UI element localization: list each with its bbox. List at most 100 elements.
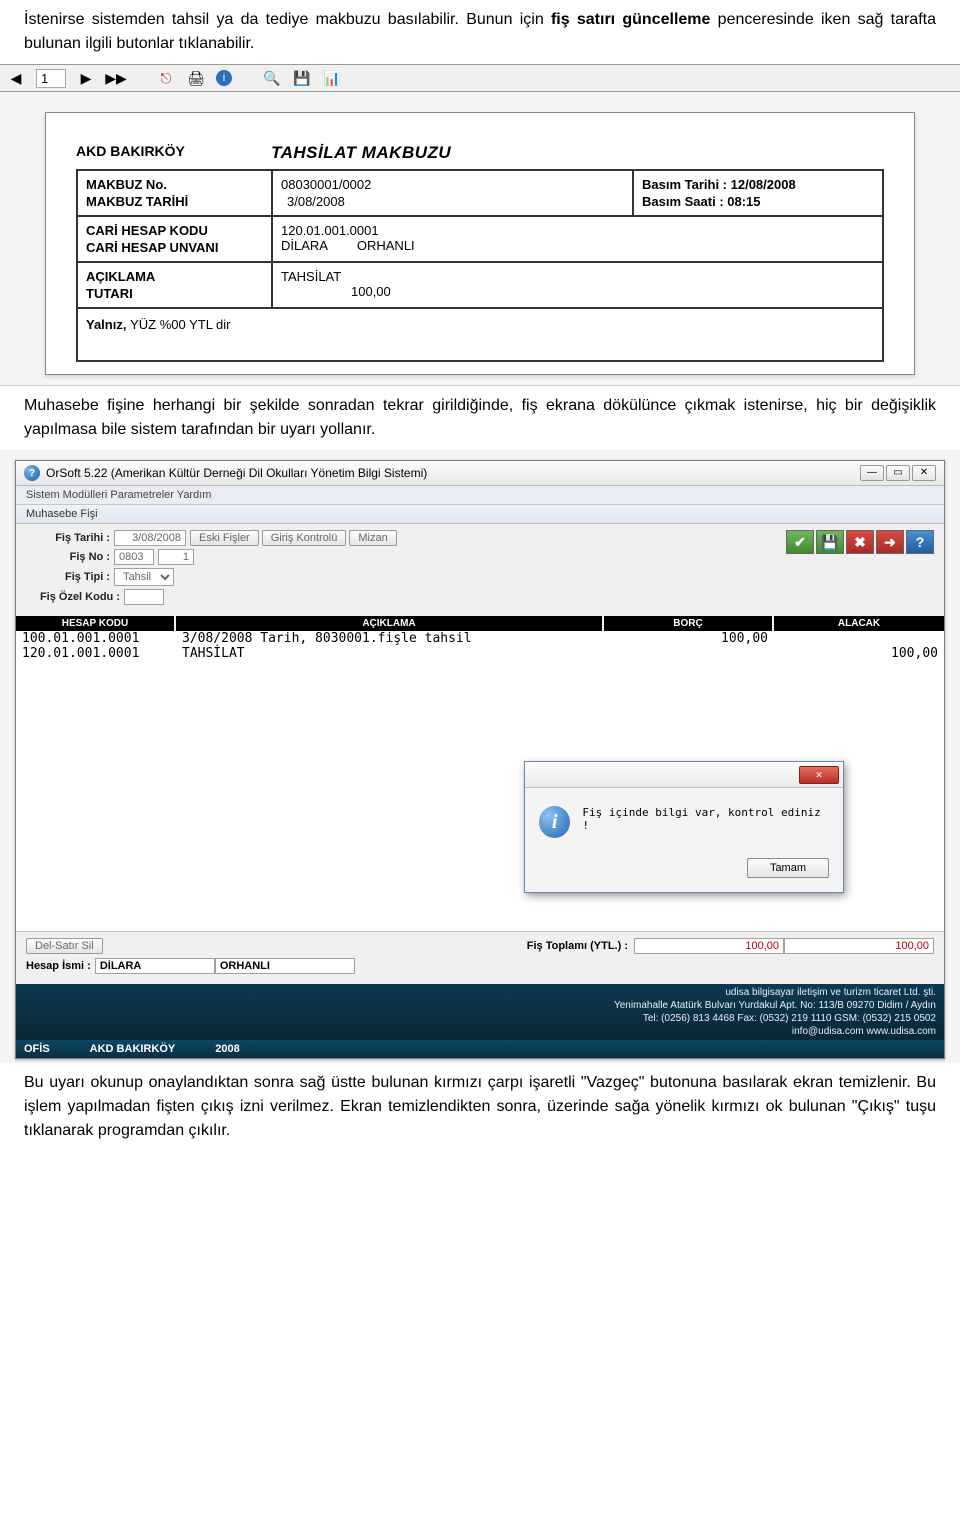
col-hesap-kodu: HESAP KODU bbox=[16, 616, 176, 631]
dialog-ok-button[interactable]: Tamam bbox=[747, 858, 829, 878]
status-branch: AKD BAKIRKÖY bbox=[90, 1043, 176, 1055]
fis-no-a-input[interactable] bbox=[114, 549, 154, 565]
dialog-close-button[interactable]: ✕ bbox=[799, 766, 839, 784]
hesap-ismi-b bbox=[215, 958, 355, 974]
fis-tipi-select[interactable]: Tahsil bbox=[114, 568, 174, 586]
aciklama-values: TAHSİLAT 100,00 bbox=[273, 263, 882, 307]
preview-toolbar: ◀ ▶ ▶▶ ⎋ 🖨 i 🔍 💾 📊 bbox=[0, 64, 960, 92]
grid-header: HESAP KODU AÇIKLAMA BORÇ ALACAK bbox=[16, 616, 944, 631]
form-area: ✔ 💾 ✖ ➜ ? Fiş Tarihi : Eski Fişler Giriş… bbox=[16, 524, 944, 616]
app-titlebar: ? OrSoft 5.22 (Amerikan Kültür Derneği D… bbox=[16, 461, 944, 486]
receipt-title: TAHSİLAT MAKBUZU bbox=[271, 143, 451, 163]
makbuz-no-label: MAKBUZ No. bbox=[86, 177, 263, 192]
grid-body: 100.01.001.0001 3/08/2008 Tarih, 8030001… bbox=[16, 631, 944, 931]
cancel-button[interactable]: ✖ bbox=[846, 530, 874, 554]
info-icon: i bbox=[539, 806, 570, 838]
save-icon[interactable]: 💾 bbox=[292, 68, 312, 88]
help-button[interactable]: ? bbox=[906, 530, 934, 554]
fis-no-b-input[interactable] bbox=[158, 549, 194, 565]
outro-paragraph: Bu uyarı okunup onaylandıktan sonra sağ … bbox=[0, 1063, 960, 1151]
dialog-message: Fiş içinde bilgi var, kontrol ediniz ! bbox=[582, 806, 829, 832]
fis-toplam-alacak bbox=[784, 938, 934, 954]
tutar: 100,00 bbox=[281, 284, 874, 299]
aciklama-label: AÇIKLAMA bbox=[86, 269, 263, 284]
minimize-icon[interactable]: — bbox=[860, 465, 884, 481]
app-wrap: ? OrSoft 5.22 (Amerikan Kültür Derneği D… bbox=[0, 450, 960, 1063]
save-button[interactable]: 💾 bbox=[816, 530, 844, 554]
app-window: ? OrSoft 5.22 (Amerikan Kültür Derneği D… bbox=[15, 460, 945, 1059]
company-line3: Tel: (0256) 813 4468 Fax: (0532) 219 111… bbox=[24, 1012, 936, 1025]
col-aciklama: AÇIKLAMA bbox=[176, 616, 604, 631]
mid-paragraph: Muhasebe fişine herhangi bir şekilde son… bbox=[0, 386, 960, 450]
inner-window-title: Muhasebe Fişi bbox=[16, 505, 944, 524]
col-borc: BORÇ bbox=[604, 616, 774, 631]
cari-kod-label: CARİ HESAP KODU bbox=[86, 223, 263, 238]
maximize-icon[interactable]: ▭ bbox=[886, 465, 910, 481]
makbuz-labels: MAKBUZ No. MAKBUZ TARİHİ bbox=[78, 171, 273, 215]
hesap-ismi-a bbox=[95, 958, 215, 974]
close-icon[interactable]: ✕ bbox=[912, 465, 936, 481]
company-line2: Yenimahalle Atatürk Bulvarı Yurdakul Apt… bbox=[24, 999, 936, 1012]
search-icon[interactable]: 🔍 bbox=[262, 68, 282, 88]
last-page-icon[interactable]: ▶▶ bbox=[106, 68, 126, 88]
bottom-area: Del-Satır Sil Fiş Toplamı (YTL.) : Hesap… bbox=[16, 931, 944, 984]
cari-kod: 120.01.001.0001 bbox=[281, 223, 874, 238]
fis-toplam-borc bbox=[634, 938, 784, 954]
fis-toplam-label: Fiş Toplamı (YTL.) : bbox=[527, 940, 634, 952]
print-icon[interactable]: 🖨 bbox=[186, 68, 206, 88]
chart-icon[interactable]: 📊 bbox=[322, 68, 342, 88]
preview-paper: AKD BAKIRKÖY TAHSİLAT MAKBUZU MAKBUZ No.… bbox=[0, 92, 960, 386]
basim-block: Basım Tarihi : 12/08/2008 Basım Saati : … bbox=[632, 171, 882, 215]
intro-paragraph: İstenirse sistemden tahsil ya da tediye … bbox=[0, 0, 960, 64]
fis-tipi-label: Fiş Tipi : bbox=[26, 571, 114, 583]
hesap-ismi-label: Hesap İsmi : bbox=[26, 960, 95, 972]
dialog-titlebar: ✕ bbox=[525, 762, 843, 788]
yalniz-row: Yalnız, YÜZ %00 YTL dir bbox=[76, 309, 884, 362]
makbuz-values: 08030001/0002 3/08/2008 bbox=[273, 171, 632, 215]
eski-fisler-button[interactable]: Eski Fişler bbox=[190, 530, 259, 546]
status-year: 2008 bbox=[215, 1043, 239, 1055]
info-dialog: ✕ i Fiş içinde bilgi var, kontrol ediniz… bbox=[524, 761, 844, 893]
fis-ozel-input[interactable] bbox=[124, 589, 164, 605]
cari-unvan: DİLARA ORHANLI bbox=[281, 238, 874, 253]
aciklama: TAHSİLAT bbox=[281, 269, 874, 284]
receipt-page: AKD BAKIRKÖY TAHSİLAT MAKBUZU MAKBUZ No.… bbox=[45, 112, 915, 375]
status-strip: udisa bilgisayar iletişim ve turizm tica… bbox=[16, 984, 944, 1040]
company-line4: info@udisa.com www.udisa.com bbox=[24, 1025, 936, 1038]
tutar-label: TUTARI bbox=[86, 286, 263, 301]
giris-kontrolu-button[interactable]: Giriş Kontrolü bbox=[262, 530, 347, 546]
top-right-buttons: ✔ 💾 ✖ ➜ ? bbox=[786, 530, 934, 554]
status-ofis: OFİS bbox=[24, 1043, 50, 1055]
info-icon[interactable]: i bbox=[216, 70, 232, 86]
intro-bold: fiş satırı güncelleme bbox=[551, 11, 710, 28]
table-row[interactable]: 100.01.001.0001 3/08/2008 Tarih, 8030001… bbox=[22, 631, 938, 646]
app-icon: ? bbox=[24, 465, 40, 481]
cari-unvan-label: CARİ HESAP UNVANI bbox=[86, 240, 263, 255]
yalniz-label: Yalnız, bbox=[86, 317, 130, 332]
del-satir-button[interactable]: Del-Satır Sil bbox=[26, 938, 103, 954]
fis-tarihi-input[interactable] bbox=[114, 530, 186, 546]
fis-no-label: Fiş No : bbox=[26, 551, 114, 563]
table-row[interactable]: 120.01.001.0001 TAHSİLAT 100,00 bbox=[22, 646, 938, 661]
prev-page-icon[interactable]: ◀ bbox=[6, 68, 26, 88]
app-title: OrSoft 5.22 (Amerikan Kültür Derneği Dil… bbox=[46, 466, 427, 480]
exit-icon[interactable]: ⎋ bbox=[156, 68, 176, 88]
cari-values: 120.01.001.0001 DİLARA ORHANLI bbox=[273, 217, 882, 261]
app-menubar[interactable]: Sistem Modülleri Parametreler Yardım bbox=[16, 486, 944, 505]
aciklama-labels: AÇIKLAMA TUTARI bbox=[78, 263, 273, 307]
yalniz-text: YÜZ %00 YTL dir bbox=[130, 317, 230, 332]
mizan-button[interactable]: Mizan bbox=[349, 530, 396, 546]
receipt-company: AKD BAKIRKÖY bbox=[76, 143, 271, 163]
fis-ozel-label: Fiş Özel Kodu : bbox=[26, 591, 124, 603]
makbuz-no: 08030001/0002 bbox=[281, 177, 624, 192]
cari-labels: CARİ HESAP KODU CARİ HESAP UNVANI bbox=[78, 217, 273, 261]
status-bar: OFİS AKD BAKIRKÖY 2008 bbox=[16, 1040, 944, 1058]
makbuz-tarih: 3/08/2008 bbox=[281, 194, 624, 209]
confirm-button[interactable]: ✔ bbox=[786, 530, 814, 554]
exit-button[interactable]: ➜ bbox=[876, 530, 904, 554]
basim-saat-row: Basım Saati : 08:15 bbox=[642, 194, 874, 209]
col-alacak: ALACAK bbox=[774, 616, 944, 631]
next-page-icon[interactable]: ▶ bbox=[76, 68, 96, 88]
company-line1: udisa bilgisayar iletişim ve turizm tica… bbox=[24, 986, 936, 999]
page-number-input[interactable] bbox=[36, 69, 66, 88]
